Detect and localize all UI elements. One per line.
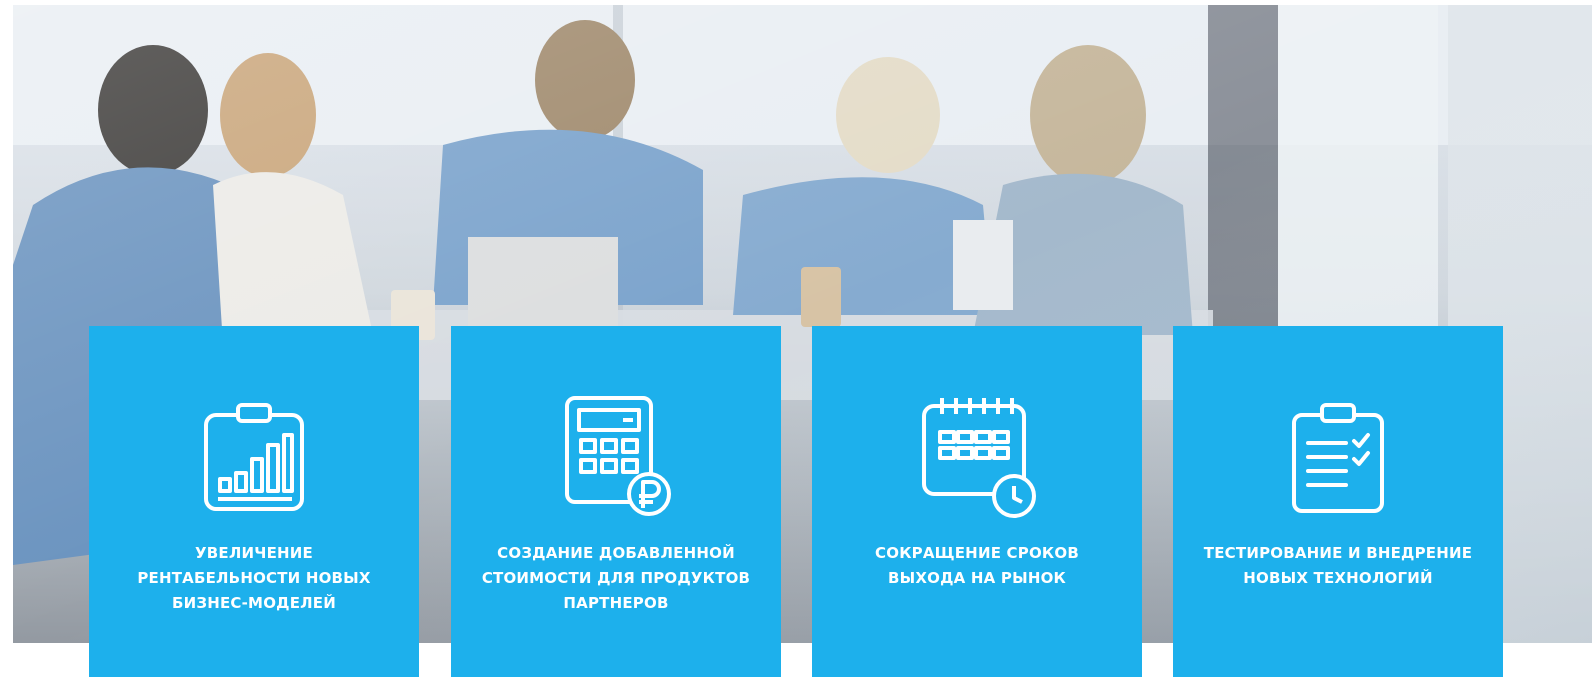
feature-card-added-value: СОЗДАНИЕ ДОБАВЛЕННОЙ СТОИМОСТИ ДЛЯ ПРОДУ… bbox=[451, 326, 781, 677]
feature-card-time-to-market: СОКРАЩЕНИЕ СРОКОВ ВЫХОДА НА РЫНОК bbox=[812, 326, 1142, 677]
feature-card-title: ТЕСТИРОВАНИЕ И ВНЕДРЕНИЕ НОВЫХ ТЕХНОЛОГИ… bbox=[1203, 544, 1473, 587]
feature-card-title: СОКРАЩЕНИЕ СРОКОВ ВЫХОДА НА РЫНОК bbox=[875, 544, 1079, 587]
calculator-ruble-icon bbox=[451, 392, 781, 522]
feature-card-profitability: УВЕЛИЧЕНИЕ РЕНТАБЕЛЬНОСТИ НОВЫХ БИЗНЕС-М… bbox=[89, 326, 419, 677]
feature-card-technologies: ТЕСТИРОВАНИЕ И ВНЕДРЕНИЕ НОВЫХ ТЕХНОЛОГИ… bbox=[1173, 326, 1503, 677]
feature-card-title: СОЗДАНИЕ ДОБАВЛЕННОЙ СТОИМОСТИ ДЛЯ ПРОДУ… bbox=[481, 544, 751, 612]
clipboard-bar-chart-icon bbox=[89, 392, 419, 522]
feature-card-title: УВЕЛИЧЕНИЕ РЕНТАБЕЛЬНОСТИ НОВЫХ БИЗНЕС-М… bbox=[137, 544, 371, 612]
clipboard-checklist-icon bbox=[1173, 392, 1503, 522]
calendar-clock-icon bbox=[812, 392, 1142, 522]
